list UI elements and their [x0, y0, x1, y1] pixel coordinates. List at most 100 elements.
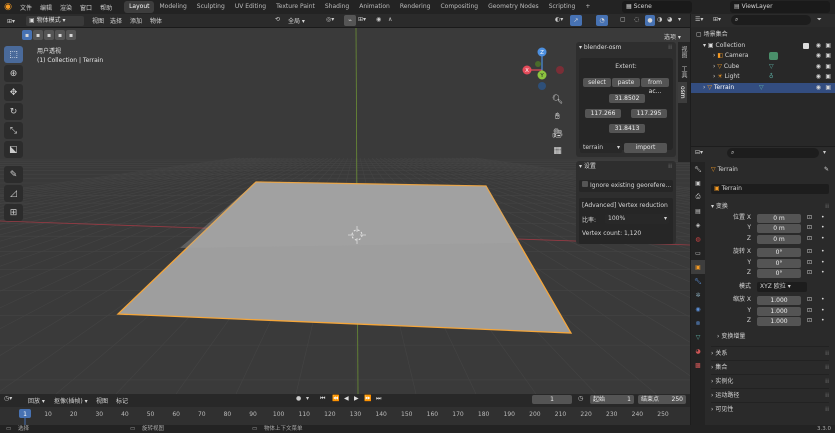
location-z-field[interactable]: 0 m [757, 234, 801, 244]
scale-z-field[interactable]: 1.000 [757, 317, 801, 326]
render-camera-icon[interactable]: ▣ [825, 62, 831, 73]
location-y-field[interactable]: 0 m [757, 224, 801, 233]
rotation-z-field[interactable]: 0° [757, 269, 801, 278]
outliner-row-terrain[interactable]: › ▽ Terrain ▽ ◉ ▣ [691, 82, 835, 94]
preview-range-icon[interactable]: ◷ [578, 395, 583, 402]
particles-properties-icon[interactable]: ✲ [691, 288, 705, 302]
menu-keying[interactable]: 抠像(插帧) ▾ [54, 396, 88, 405]
tab-view[interactable]: 视图 [678, 42, 689, 62]
outliner-row-camera[interactable]: › ◧ Camera ◉ ▣ [691, 51, 835, 62]
source-dropdown[interactable]: terrain ▾ [580, 143, 622, 153]
tab-modeling[interactable]: Modeling [154, 1, 191, 13]
lock-icon[interactable]: ⊡ [807, 268, 812, 279]
keyframe-dot-icon[interactable]: • [821, 258, 825, 269]
collection-checkbox[interactable] [803, 42, 809, 49]
transform-header[interactable]: ▾ 变换 ⁞⁞ [711, 202, 829, 213]
gizmo-neg-x-icon[interactable] [556, 66, 564, 74]
transform-orientation-dropdown[interactable]: 全局 ▾ [288, 16, 322, 25]
play-reverse-icon[interactable]: ◀ [344, 395, 349, 402]
tab-uv-editing[interactable]: UV Editing [230, 1, 271, 13]
xray-icon[interactable]: ▢ [620, 16, 626, 23]
keyframe-dot-icon[interactable]: • [821, 213, 825, 224]
menu-edit[interactable]: 编辑 [36, 3, 56, 12]
menu-file[interactable]: 文件 [16, 3, 36, 12]
measure-tool-icon[interactable]: ◿ [4, 185, 23, 202]
tab-osm[interactable]: osm [678, 82, 687, 103]
perspective-grid-icon[interactable]: ▦ [550, 143, 565, 158]
snap-target-icon[interactable]: ⊞▾ [358, 16, 366, 23]
tab-animation[interactable]: Animation [354, 1, 395, 13]
gizmo-neg-y-icon[interactable] [535, 61, 541, 67]
current-frame-field[interactable]: 1 [532, 395, 572, 404]
scale-x-field[interactable]: 1.000 [757, 296, 801, 305]
tab-rendering[interactable]: Rendering [395, 1, 436, 13]
eye-icon[interactable]: ◉ [816, 41, 821, 52]
tab-tool[interactable]: 工具 [678, 62, 689, 82]
properties-options-icon[interactable]: ▾ [823, 149, 826, 156]
keyframe-dot-icon[interactable]: • [821, 295, 825, 306]
constraints-properties-icon[interactable]: ⊗ [691, 316, 705, 330]
select-extend-icon[interactable]: ▪ [33, 30, 43, 40]
tool-settings-icon[interactable]: 🔧︎ [691, 162, 705, 176]
scene-selector[interactable]: ▦ Scene [622, 1, 692, 13]
render-camera-icon[interactable]: ▣ [825, 72, 831, 83]
pin-icon[interactable]: ✎ [824, 165, 829, 175]
display-mode-icon[interactable]: ⊞▾ [713, 16, 721, 23]
output-properties-icon[interactable]: ⎙ [691, 190, 705, 204]
proportional-edit-icon[interactable]: ◉ [376, 16, 381, 23]
eye-icon[interactable]: ◉ [816, 83, 821, 94]
rendered-shading-icon[interactable]: ◕ [667, 16, 672, 23]
data-properties-icon[interactable]: ▽ [691, 330, 705, 344]
scene-properties-icon[interactable]: ◈ [691, 218, 705, 232]
tab-layout[interactable]: Layout [124, 1, 155, 13]
modifier-properties-icon[interactable]: 🔧︎ [691, 274, 705, 288]
tab-compositing[interactable]: Compositing [435, 1, 483, 13]
annotate-tool-icon[interactable]: ✎ [4, 166, 23, 183]
camera-view-icon[interactable]: 🎥︎ [550, 126, 565, 141]
move-tool-icon[interactable]: ✥ [4, 84, 23, 101]
blender-logo-icon[interactable]: ◉ [0, 1, 16, 13]
physics-properties-icon[interactable]: ◉ [691, 302, 705, 316]
keyframe-dot-icon[interactable]: • [821, 306, 825, 317]
outliner-search[interactable]: ⌕ [731, 15, 811, 25]
outliner-row-light[interactable]: › ☀ Light ♁ ◉ ▣ [691, 72, 835, 83]
keyframe-dot-icon[interactable]: • [821, 316, 825, 327]
settings-header[interactable]: ▾ 设置 ⁞⁞ [576, 161, 676, 173]
paste-extent-button[interactable]: paste [612, 78, 640, 87]
menu-marker[interactable]: 标记 [116, 396, 128, 405]
min-lon-field[interactable]: 117.266 [585, 109, 621, 118]
wireframe-shading-icon[interactable]: ◌ [634, 16, 639, 23]
add-cube-tool-icon[interactable]: ⊞ [4, 204, 23, 221]
delta-transform-header[interactable]: › 变换增量 [711, 332, 829, 343]
transform-tool-icon[interactable]: ⬕ [4, 141, 23, 158]
editor-type-icon[interactable]: ⊞▾ [4, 16, 18, 26]
jump-end-icon[interactable]: ⏭ [376, 395, 381, 403]
keyframe-dot-icon[interactable]: • [821, 234, 825, 245]
overlay-toggle-icon[interactable]: ◔ [596, 15, 608, 26]
scene-collection-row[interactable]: ▢ 场景集合 [691, 30, 835, 41]
outliner-editor-icon[interactable]: ☰▾ [695, 16, 703, 23]
material-shading-icon[interactable]: ◑ [657, 16, 662, 23]
prev-keyframe-icon[interactable]: ⏪ [332, 395, 339, 402]
world-properties-icon[interactable]: ◍ [691, 232, 705, 246]
render-camera-icon[interactable]: ▣ [825, 83, 831, 94]
lock-icon[interactable]: ⊡ [807, 258, 812, 269]
mode-dropdown[interactable]: ▣ 物体模式 ▾ [26, 16, 84, 26]
orientation-icon[interactable]: ⟲ [275, 16, 280, 23]
tab-texture-paint[interactable]: Texture Paint [271, 1, 320, 13]
select-invert-icon[interactable]: ▪ [55, 30, 65, 40]
frame-end-field[interactable]: 结束点 250 [638, 395, 686, 404]
collection-properties-icon[interactable]: ▭ [691, 246, 705, 260]
menu-help[interactable]: 帮助 [96, 3, 116, 12]
max-lat-field[interactable]: 31.8502 [609, 94, 645, 103]
lock-icon[interactable]: ⊡ [807, 306, 812, 317]
eye-icon[interactable]: ◉ [816, 51, 821, 62]
play-icon[interactable]: ▶ [354, 395, 359, 402]
keyframe-dot-icon[interactable]: • [821, 247, 825, 258]
ignore-georef-checkbox[interactable] [582, 181, 588, 187]
scale-tool-icon[interactable]: ⤡ [4, 122, 23, 139]
lock-icon[interactable]: ⊡ [807, 234, 812, 245]
properties-search[interactable]: ⌕ [727, 148, 819, 158]
eye-icon[interactable]: ◉ [816, 62, 821, 73]
section-motion-paths[interactable]: › 运动路径 ⁞⁞ [711, 388, 829, 402]
